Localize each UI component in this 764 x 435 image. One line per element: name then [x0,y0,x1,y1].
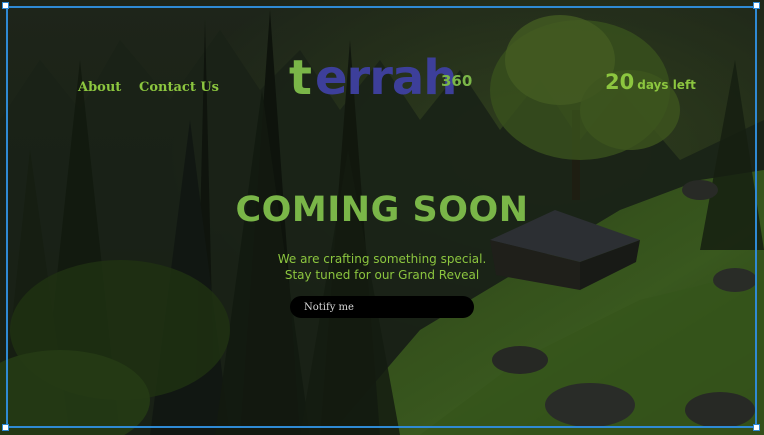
notify-me-input[interactable] [290,296,474,318]
resize-handle-top-left[interactable] [2,2,9,9]
countdown: 20 days left [605,70,696,94]
nav-link-about[interactable]: About [78,80,121,95]
nav-link-contact-us[interactable]: Contact Us [139,80,219,95]
countdown-number: 20 [605,70,635,94]
logo-suffix: 360 [441,72,473,90]
logo-wordmark: errah [315,50,457,106]
countdown-label: days left [637,78,696,92]
tagline-line-2: Stay tuned for our Grand Reveal [284,268,480,282]
logo-t-letter: t [289,50,312,106]
resize-handle-top-right[interactable] [753,2,760,9]
resize-handle-bottom-right[interactable] [753,424,760,431]
tagline-line-1: We are crafting something special. [277,252,487,266]
resize-handle-bottom-left[interactable] [2,424,9,431]
page: About Contact Us t errah 360 20 days left… [0,0,764,435]
coming-soon-heading: COMING SOON [235,190,529,230]
